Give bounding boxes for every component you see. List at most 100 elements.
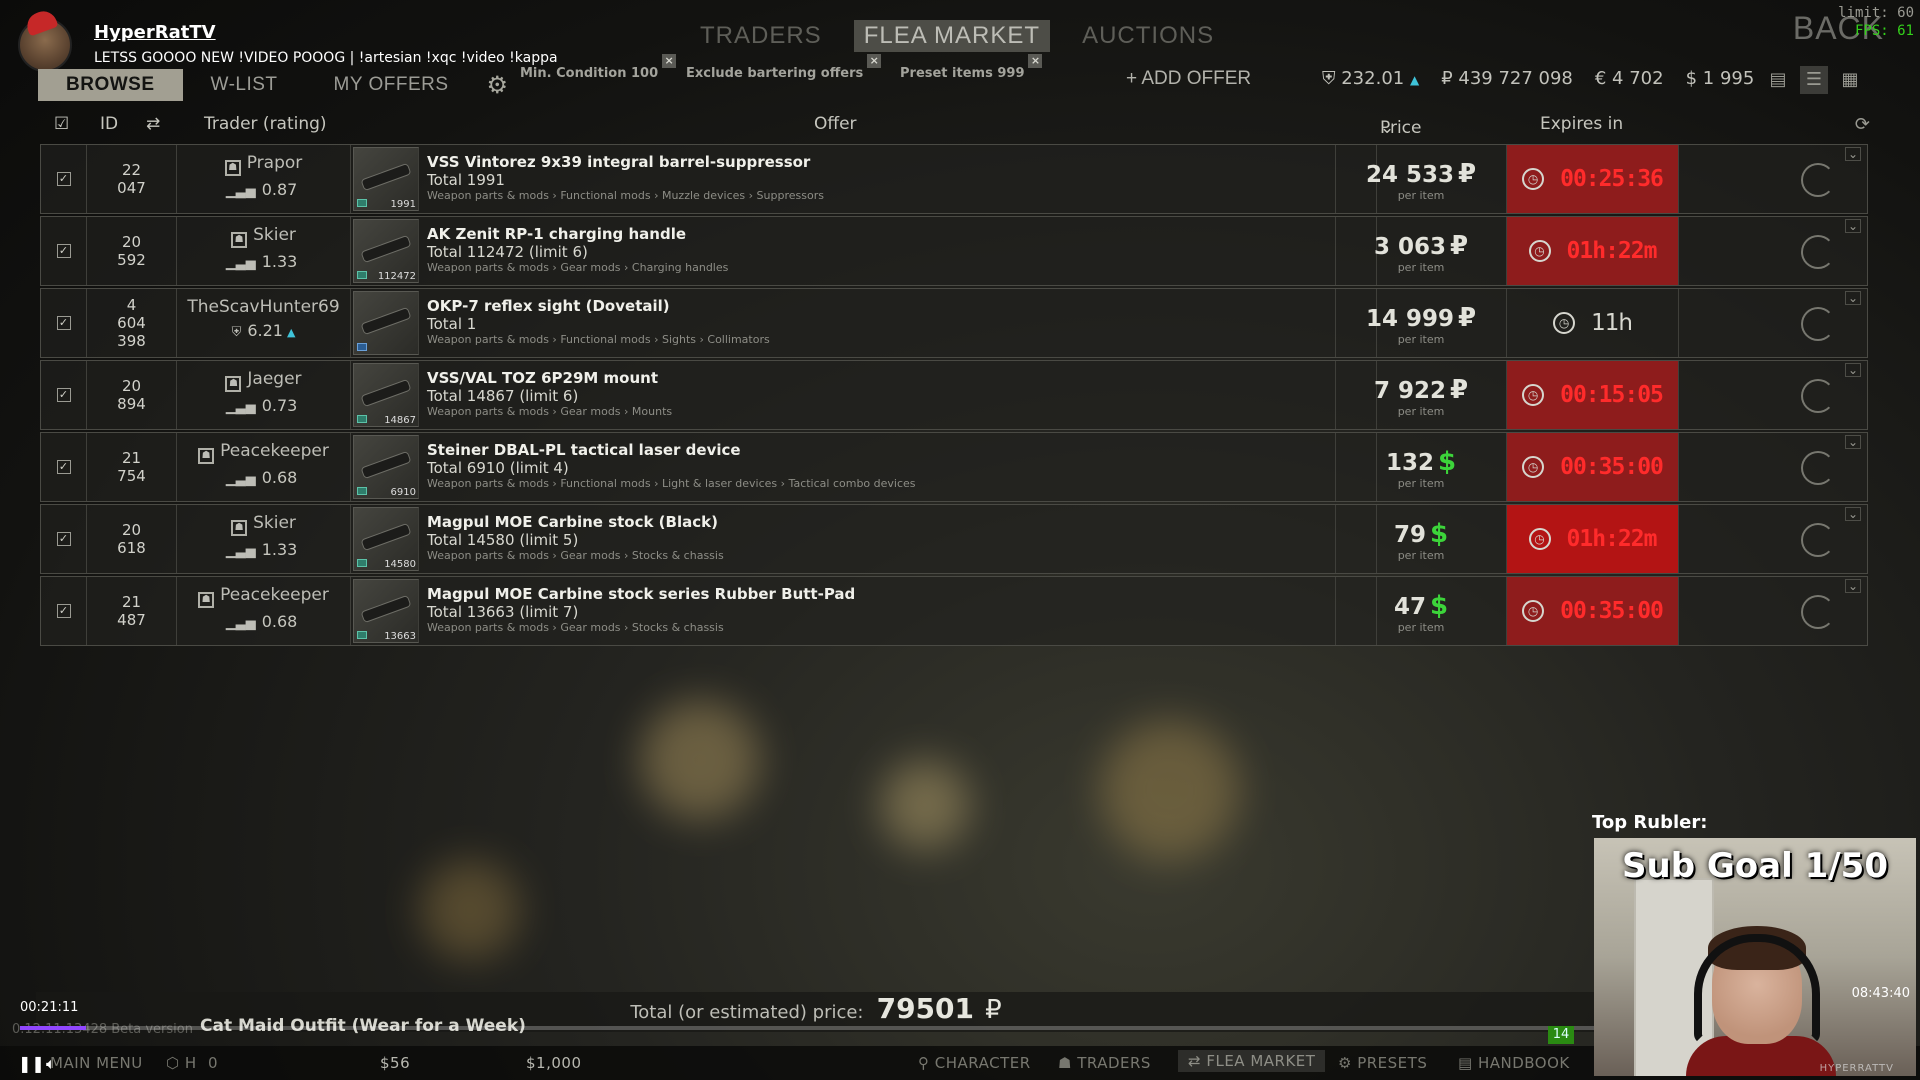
offer-details[interactable]: Steiner DBAL-PL tactical laser device To…	[427, 433, 1377, 501]
item-thumbnail[interactable]: 13663	[353, 579, 419, 643]
chevron-down-icon[interactable]: ⌄	[1845, 147, 1861, 161]
trader-name-text: Skier	[253, 513, 296, 533]
item-thumbnail[interactable]	[353, 291, 419, 355]
taskbar-hideout-label: H	[184, 1054, 197, 1072]
offer-details[interactable]: VSS Vintorez 9x39 integral barrel-suppre…	[427, 145, 1377, 213]
trader-icon: ☗	[231, 232, 248, 248]
currency-icon: ₽	[1457, 303, 1477, 333]
tab-auctions[interactable]: AUCTIONS	[1072, 20, 1224, 52]
chevron-down-icon[interactable]: ⌄	[1845, 435, 1861, 449]
tab-wish-list[interactable]: W-LIST	[183, 69, 306, 101]
item-thumbnail[interactable]: 112472	[353, 219, 419, 283]
taskbar-presets[interactable]: ⚙ PRESETS	[1338, 1054, 1427, 1072]
table-row[interactable]: ✓ 4 604 398 TheScavHunter69 ⛨ 6.21 ▲ OKP-7…	[40, 288, 1868, 358]
close-icon[interactable]: ×	[867, 54, 882, 68]
item-thumbnail[interactable]: 6910	[353, 435, 419, 499]
item-icon	[361, 236, 411, 262]
taskbar-character[interactable]: ⚲ CHARACTER	[918, 1054, 1031, 1072]
trader-name: TheScavHunter69	[177, 297, 350, 317]
channel-avatar[interactable]	[18, 7, 72, 72]
purchase-button[interactable]	[1801, 523, 1835, 557]
expires-time: 00:25:36	[1560, 166, 1664, 192]
trader-cell[interactable]: ☗ Peacekeeper ▁▃▅ 0.68	[177, 433, 351, 501]
item-tag-icon	[357, 559, 367, 567]
filter-min-condition[interactable]: Min. Condition 100 ×	[512, 54, 677, 88]
purchase-button[interactable]	[1801, 379, 1835, 413]
close-icon[interactable]: ×	[1028, 54, 1043, 68]
row-checkbox[interactable]: ✓	[41, 433, 87, 501]
offer-details[interactable]: VSS/VAL TOZ 6P29M mount Total 14867 (lim…	[427, 361, 1377, 429]
table-row[interactable]: ✓ 20 618 ☗ Skier ▁▃▅ 1.33 14580 Magpul MOE…	[40, 504, 1868, 574]
filter-exclude-barter[interactable]: Exclude bartering offers ×	[678, 54, 882, 88]
offer-details[interactable]: Magpul MOE Carbine stock (Black) Total 1…	[427, 505, 1377, 573]
col-offer[interactable]: Offer	[814, 114, 857, 134]
item-thumbnail[interactable]: 14580	[353, 507, 419, 571]
trader-cell[interactable]: TheScavHunter69 ⛨ 6.21 ▲	[177, 289, 351, 357]
tab-my-offers[interactable]: MY OFFERS	[306, 69, 477, 101]
col-id[interactable]: ID	[100, 114, 118, 134]
tab-browse[interactable]: BROWSE	[38, 69, 183, 101]
offer-details[interactable]: OKP-7 reflex sight (Dovetail) Total 1 We…	[427, 289, 1377, 357]
item-thumbnail[interactable]: 14867	[353, 363, 419, 427]
purchase-button[interactable]	[1801, 451, 1835, 485]
chevron-down-icon[interactable]: ⌄	[1845, 363, 1861, 377]
col-trader[interactable]: Trader (rating)	[204, 114, 327, 134]
trader-cell[interactable]: ☗ Prapor ▁▃▅ 0.87	[177, 145, 351, 213]
table-row[interactable]: ✓ 20 592 ☗ Skier ▁▃▅ 1.33 112472 AK Zenit …	[40, 216, 1868, 286]
currency-icon: $	[1429, 591, 1449, 621]
taskbar-handbook[interactable]: ▤ HANDBOOK	[1458, 1054, 1570, 1072]
offer-id-part: 592	[117, 251, 146, 269]
select-all-checkbox[interactable]: ☑	[54, 114, 69, 134]
trader-cell[interactable]: ☗ Skier ▁▃▅ 1.33	[177, 217, 351, 285]
chevron-down-icon[interactable]: ⌄	[1845, 507, 1861, 521]
row-checkbox[interactable]: ✓	[41, 361, 87, 429]
pause-icon[interactable]: ❚❚	[18, 1054, 45, 1073]
item-thumbnail[interactable]: 1991	[353, 147, 419, 211]
taskbar-flea-market[interactable]: ⇄ FLEA MARKET	[1178, 1050, 1326, 1072]
chevron-down-icon[interactable]: ⌄	[1845, 579, 1861, 593]
refresh-icon[interactable]: ⟳	[1855, 114, 1870, 135]
taskbar-main-menu[interactable]: MAIN MENU	[50, 1054, 143, 1072]
purchase-button[interactable]	[1801, 307, 1835, 341]
trader-name: ☗ Prapor	[177, 153, 350, 176]
list-view-icon[interactable]: ☰	[1800, 66, 1828, 94]
item-category: Weapon parts & mods › Functional mods › …	[427, 189, 824, 202]
col-expires[interactable]: Expires in	[1540, 114, 1623, 134]
table-row[interactable]: ✓ 20 894 ☗ Jaeger ▁▃▅ 0.73 14867 VSS/VAL T…	[40, 360, 1868, 430]
gear-icon[interactable]: ⚙	[487, 71, 509, 99]
trader-cell[interactable]: ☗ Skier ▁▃▅ 1.33	[177, 505, 351, 573]
row-checkbox[interactable]: ✓	[41, 577, 87, 645]
row-checkbox[interactable]: ✓	[41, 217, 87, 285]
table-row[interactable]: ✓ 22 047 ☗ Prapor ▁▃▅ 0.87 1991 VSS Vintor…	[40, 144, 1868, 214]
row-checkbox[interactable]: ✓	[41, 505, 87, 573]
add-offer-button[interactable]: + ADD OFFER	[1126, 68, 1251, 90]
purchase-button[interactable]	[1801, 235, 1835, 269]
row-checkbox[interactable]: ✓	[41, 289, 87, 357]
offer-id-part: 618	[117, 539, 146, 557]
rating-bars-icon: ▁▃▅	[225, 472, 256, 487]
tab-traders[interactable]: TRADERS	[690, 20, 832, 52]
trader-cell[interactable]: ☗ Jaeger ▁▃▅ 0.73	[177, 361, 351, 429]
close-icon[interactable]: ×	[662, 54, 677, 68]
chevron-down-icon[interactable]: ⌄	[1845, 219, 1861, 233]
purchase-button[interactable]	[1801, 163, 1835, 197]
taskbar-traders[interactable]: ☗ TRADERS	[1058, 1054, 1151, 1072]
taskbar-hideout[interactable]: ⬡ H	[166, 1054, 197, 1072]
grid-view-icon[interactable]: ▦	[1836, 66, 1864, 94]
row-checkbox[interactable]: ✓	[41, 145, 87, 213]
offer-details[interactable]: Magpul MOE Carbine stock series Rubber B…	[427, 577, 1377, 645]
filter-preset-items[interactable]: Preset items 999 ×	[892, 54, 1043, 88]
item-name: VSS/VAL TOZ 6P29M mount	[427, 369, 658, 387]
price-amount: 47	[1393, 594, 1426, 620]
purchase-button[interactable]	[1801, 595, 1835, 629]
chevron-down-icon[interactable]: ⌄	[1845, 291, 1861, 305]
table-row[interactable]: ✓ 21 487 ☗ Peacekeeper ▁▃▅ 0.68 13663 Magp…	[40, 576, 1868, 646]
trader-cell[interactable]: ☗ Peacekeeper ▁▃▅ 0.68	[177, 577, 351, 645]
compact-view-icon[interactable]: ▤	[1764, 66, 1792, 94]
checkbox-icon: ✓	[56, 388, 71, 402]
table-row[interactable]: ✓ 21 754 ☗ Peacekeeper ▁▃▅ 0.68 6910 Stein…	[40, 432, 1868, 502]
swap-icon[interactable]: ⇄	[146, 114, 160, 134]
channel-name[interactable]: HyperRatTV	[94, 22, 216, 43]
tab-flea-market[interactable]: FLEA MARKET	[853, 20, 1051, 52]
offer-details[interactable]: AK Zenit RP-1 charging handle Total 1124…	[427, 217, 1377, 285]
